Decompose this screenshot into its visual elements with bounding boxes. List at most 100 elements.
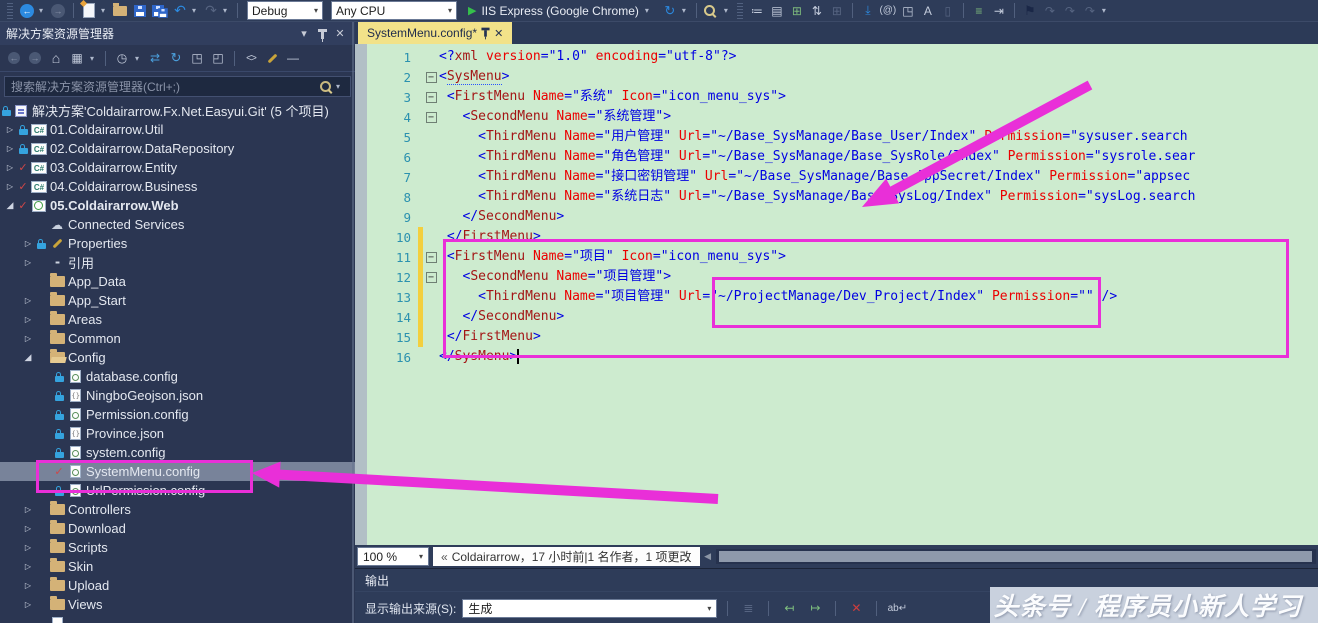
solution-platform-dropdown[interactable]: Any CPU ▾: [331, 1, 457, 20]
start-debugging-button[interactable]: ▶ IIS Express (Google Chrome) ▾: [462, 4, 659, 18]
tree-collapsed-icon[interactable]: ▷: [4, 144, 16, 153]
toolbar-overflow-icon[interactable]: ▾: [1102, 6, 1110, 15]
element-icon[interactable]: ◳: [899, 1, 917, 21]
tree-expanded-icon[interactable]: ◢: [4, 200, 16, 211]
scrollbar-thumb[interactable]: [718, 551, 1312, 562]
tree-collapsed-icon[interactable]: ▷: [22, 524, 34, 533]
search-options-icon[interactable]: ▾: [336, 82, 344, 91]
tree-collapsed-icon[interactable]: ▷: [22, 334, 34, 343]
indent-icon[interactable]: ⇥: [990, 1, 1008, 21]
open-file-icon[interactable]: [111, 1, 129, 21]
attribute-icon[interactable]: (@): [879, 1, 897, 21]
navigate-back-dropdown-icon[interactable]: ▾: [39, 6, 47, 15]
redo-dropdown-icon[interactable]: ▾: [223, 6, 231, 15]
tree-item[interactable]: ▷ Views: [0, 595, 355, 614]
tree-item[interactable]: ◢ Config: [0, 348, 355, 367]
code-line-6[interactable]: 6 <ThirdMenu Name="角色管理" Url="~/Base_Sys…: [367, 147, 1318, 167]
toolbar-grip[interactable]: [736, 2, 743, 19]
tab-systemmenu-config[interactable]: SystemMenu.config* ✕: [358, 22, 513, 44]
fold-collapse-icon[interactable]: −: [423, 271, 439, 283]
tree-collapsed-icon[interactable]: ▷: [22, 296, 34, 305]
prev-message-icon[interactable]: ↤: [779, 598, 799, 618]
tree-collapsed-icon[interactable]: ▷: [22, 562, 34, 571]
tree-expanded-icon[interactable]: ◢: [22, 352, 34, 363]
list-members-icon[interactable]: ≔: [748, 1, 766, 21]
horizontal-scrollbar[interactable]: [715, 549, 1316, 564]
collapse-all-icon[interactable]: ◳: [188, 48, 206, 68]
codelens-chevron-icon[interactable]: «: [441, 550, 448, 564]
schema-hierarchy-icon[interactable]: ⊞: [788, 1, 806, 21]
pending-changes-filter-icon[interactable]: ◷: [113, 48, 131, 68]
code-editor[interactable]: 1 <?xml version="1.0" encoding="utf-8"?> 2…: [355, 44, 1318, 545]
bookmark-icon[interactable]: ⚑: [1021, 1, 1039, 21]
tree-item[interactable]: ▷ Controllers: [0, 500, 355, 519]
tree-item-systemmenu-config[interactable]: ✓ SystemMenu.config: [0, 462, 355, 481]
tree-collapsed-icon[interactable]: ▷: [22, 505, 34, 514]
code-line-8[interactable]: 8 <ThirdMenu Name="系统日志" Url="~/Base_Sys…: [367, 187, 1318, 207]
tree-collapsed-icon[interactable]: ▷: [22, 239, 34, 248]
output-source-dropdown[interactable]: 生成 ▾: [462, 598, 718, 618]
show-all-files-icon[interactable]: ◰: [209, 48, 227, 68]
code-line-12[interactable]: 12− <SecondMenu Name="项目管理">: [367, 267, 1318, 287]
codelens-bar[interactable]: « Coldairarrow，17 小时前|1 名作者，1 项更改: [433, 547, 700, 566]
close-icon[interactable]: ✕: [331, 25, 349, 43]
tree-item[interactable]: ▷ Areas: [0, 310, 355, 329]
format-document-icon[interactable]: ≡: [970, 1, 988, 21]
code-line-9[interactable]: 9 </SecondMenu>: [367, 207, 1318, 227]
code-line-14[interactable]: 14 </SecondMenu>: [367, 307, 1318, 327]
code-line-16[interactable]: 16 </SysMenu>: [367, 347, 1318, 367]
switch-views-icon[interactable]: ▦: [68, 48, 86, 68]
fold-collapse-icon[interactable]: −: [423, 91, 439, 103]
tree-item[interactable]: database.config: [0, 367, 355, 386]
home-icon[interactable]: ⌂: [47, 48, 65, 68]
insert-snippet-icon[interactable]: ⤓: [859, 1, 877, 21]
navigate-forward-icon[interactable]: →: [49, 1, 67, 21]
save-icon[interactable]: [131, 1, 149, 21]
code-line-2[interactable]: 2− <SysMenu>: [367, 67, 1318, 87]
tree-item[interactable]: UrlPermission.config: [0, 481, 355, 500]
code-line-13[interactable]: 13 <ThirdMenu Name="项目管理" Url="~/Project…: [367, 287, 1318, 307]
tree-item[interactable]: Province.json: [0, 424, 355, 443]
tree-collapsed-icon[interactable]: ▷: [22, 581, 34, 590]
tab-close-icon[interactable]: ✕: [494, 27, 503, 40]
tree-collapsed-icon[interactable]: ▷: [22, 600, 34, 609]
indicator-margin[interactable]: [355, 44, 367, 545]
code-line-7[interactable]: 7 <ThirdMenu Name="接口密钥管理" Url="~/Base_S…: [367, 167, 1318, 187]
se-back-icon[interactable]: ←: [5, 48, 23, 68]
se-refresh-icon[interactable]: ↻: [167, 48, 185, 68]
toolbar-grip[interactable]: [7, 2, 13, 19]
tree-item[interactable]: ▷ Common: [0, 329, 355, 348]
tree-item[interactable]: ▷ App_Start: [0, 291, 355, 310]
fold-collapse-icon[interactable]: −: [423, 251, 439, 263]
view-code-icon[interactable]: <>: [242, 48, 260, 68]
document-outline-icon[interactable]: ▤: [768, 1, 786, 21]
se-forward-icon[interactable]: →: [26, 48, 44, 68]
preview-icon[interactable]: —: [284, 48, 302, 68]
code-line-5[interactable]: 5 <ThirdMenu Name="用户管理" Url="~/Base_Sys…: [367, 127, 1318, 147]
tree-item[interactable]: ◢ ✓ 05.Coldairarrow.Web: [0, 196, 355, 215]
tree-item[interactable]: ▷ Skin: [0, 557, 355, 576]
refresh-icon[interactable]: ↻: [661, 1, 679, 21]
tree-item[interactable]: [0, 614, 355, 623]
tree-item[interactable]: NingboGeojson.json: [0, 386, 355, 405]
tree-item[interactable]: ▷ C# 02.Coldairarrow.DataRepository: [0, 139, 355, 158]
undo-dropdown-icon[interactable]: ▾: [192, 6, 200, 15]
solution-root[interactable]: 解决方案'Coldairarrow.Fx.Net.Easyui.Git' (5 …: [0, 101, 355, 120]
find-dropdown-icon[interactable]: ▾: [724, 6, 732, 15]
code-line-3[interactable]: 3− <FirstMenu Name="系统" Icon="icon_menu_…: [367, 87, 1318, 107]
next-message-icon[interactable]: ↦: [805, 598, 825, 618]
tree-item[interactable]: ▷ C# 01.Coldairarrow.Util: [0, 120, 355, 139]
tree-item[interactable]: system.config: [0, 443, 355, 462]
switch-views-dropdown-icon[interactable]: ▾: [90, 54, 98, 63]
code-line-1[interactable]: 1 <?xml version="1.0" encoding="utf-8"?>: [367, 47, 1318, 67]
code-line-4[interactable]: 4− <SecondMenu Name="系统管理">: [367, 107, 1318, 127]
code-line-15[interactable]: 15 </FirstMenu>: [367, 327, 1318, 347]
word-wrap-icon[interactable]: ab↵: [887, 598, 908, 618]
tree-item[interactable]: ▷ Upload: [0, 576, 355, 595]
navigate-back-icon[interactable]: ←: [18, 1, 36, 21]
tree-item[interactable]: ☁ Connected Services: [0, 215, 355, 234]
tree-item[interactable]: App_Data: [0, 272, 355, 291]
tree-collapsed-icon[interactable]: ▷: [22, 258, 34, 267]
fold-collapse-icon[interactable]: −: [423, 111, 439, 123]
search-input[interactable]: 搜索解决方案资源管理器(Ctrl+;) ▾: [4, 76, 351, 97]
